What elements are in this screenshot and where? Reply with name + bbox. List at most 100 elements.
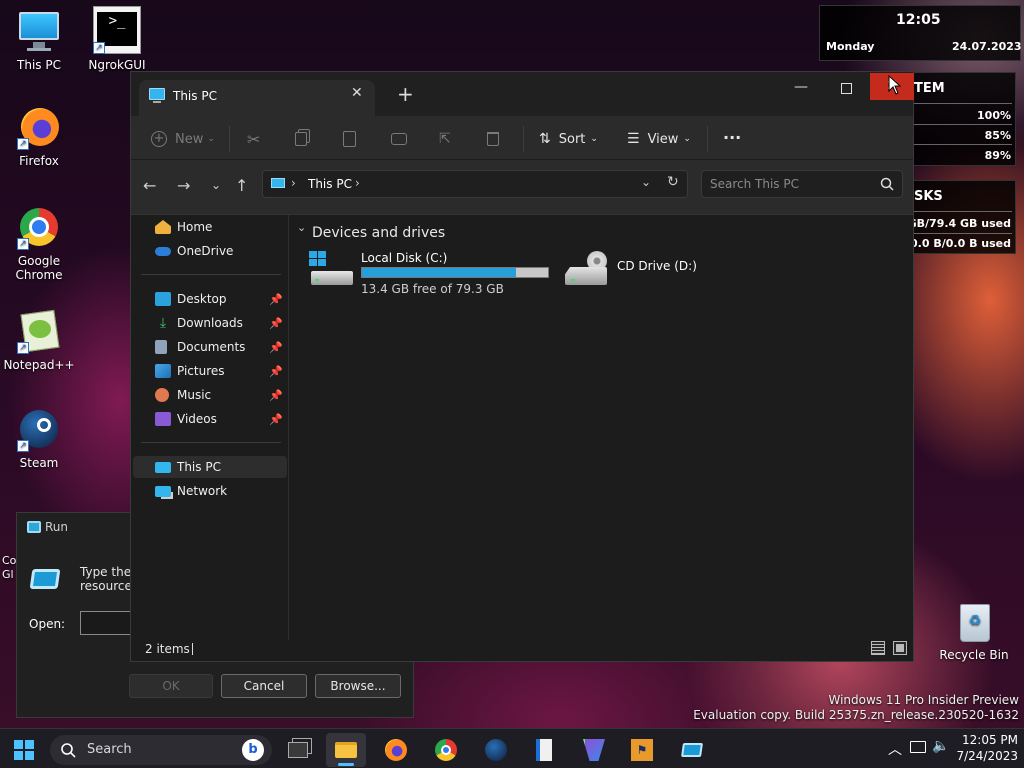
sidebar-item-pictures[interactable]: Pictures 📌 bbox=[133, 360, 287, 382]
desktop-icon-steam[interactable]: ↗ Steam bbox=[1, 408, 77, 470]
taskbar-app-game[interactable]: ⚑ bbox=[622, 733, 662, 767]
drive-c[interactable]: Local Disk (C:) 13.4 GB free of 79.3 GB bbox=[309, 251, 553, 296]
back-button[interactable]: ← bbox=[143, 176, 156, 195]
download-app-icon bbox=[583, 739, 605, 761]
network-tray-icon[interactable] bbox=[910, 741, 926, 753]
text-caret bbox=[192, 643, 193, 655]
sidebar-item-documents[interactable]: Documents 📌 bbox=[133, 336, 287, 358]
run-ok-button[interactable]: OK bbox=[129, 674, 213, 698]
watermark-line: Windows 11 Pro Insider Preview bbox=[828, 693, 1019, 707]
address-dropdown-icon[interactable]: ⌄ bbox=[641, 175, 651, 189]
drive-name: Local Disk (C:) bbox=[361, 251, 448, 265]
cut-button[interactable]: ✂ bbox=[247, 126, 260, 152]
pin-icon[interactable]: 📌 bbox=[269, 413, 283, 426]
taskbar-firefox[interactable] bbox=[376, 733, 416, 767]
sidebar-item-this-pc[interactable]: This PC bbox=[133, 456, 287, 478]
chrome-icon: ↗ bbox=[17, 206, 61, 250]
desktop-icon-ngrokgui[interactable]: >_ ↗ NgrokGUI bbox=[79, 6, 155, 72]
shortcut-arrow-icon: ↗ bbox=[17, 138, 29, 150]
share-button[interactable]: ⇱ bbox=[439, 126, 451, 152]
tiles-view-button[interactable] bbox=[893, 641, 907, 655]
desktop-icon-label: Google Chrome bbox=[15, 254, 63, 282]
taskbar-task-view[interactable] bbox=[278, 733, 318, 767]
steam-icon bbox=[485, 739, 507, 761]
taskbar-steam[interactable] bbox=[476, 733, 516, 767]
start-button[interactable] bbox=[4, 733, 44, 767]
new-tab-button[interactable]: + bbox=[397, 82, 414, 106]
view-icon: ☰ bbox=[627, 131, 640, 147]
sidebar-item-label: Videos bbox=[177, 412, 217, 426]
firefox-icon bbox=[385, 739, 407, 761]
recent-locations-button[interactable]: ⌄ bbox=[211, 178, 221, 192]
taskbar-run[interactable] bbox=[672, 733, 712, 767]
taskbar-search[interactable]: Search b bbox=[50, 735, 272, 765]
new-button[interactable]: + New ⌄ bbox=[151, 126, 215, 152]
desktop-icon-partial-label[interactable]: Co Gl bbox=[2, 554, 16, 582]
run-browse-button[interactable]: Browse... bbox=[315, 674, 401, 698]
refresh-icon[interactable]: ↻ bbox=[667, 174, 679, 190]
volume-icon[interactable]: 🔈 bbox=[932, 738, 949, 754]
maximize-button[interactable] bbox=[831, 74, 861, 104]
desktop-icon-recycle-bin[interactable]: ♻ Recycle Bin bbox=[936, 600, 1012, 662]
delete-button[interactable] bbox=[487, 126, 499, 152]
address-field[interactable]: › This PC › ⌄ ↻ bbox=[262, 170, 688, 198]
up-button[interactable]: ↑ bbox=[235, 176, 248, 195]
shortcut-arrow-icon: ↗ bbox=[93, 42, 105, 54]
search-input[interactable]: Search This PC bbox=[701, 170, 903, 198]
view-button[interactable]: ☰ View ⌄ bbox=[627, 126, 691, 152]
run-icon bbox=[681, 743, 703, 757]
cd-drive-icon bbox=[565, 251, 609, 287]
sidebar-item-onedrive[interactable]: OneDrive bbox=[133, 240, 287, 262]
taskbar-file-explorer[interactable] bbox=[326, 733, 366, 767]
copy-button[interactable] bbox=[295, 126, 307, 152]
section-collapse-icon[interactable]: ⌄ bbox=[297, 221, 306, 234]
firefox-icon: ↗ bbox=[17, 106, 61, 150]
terminal-icon: >_ ↗ bbox=[93, 6, 141, 54]
command-bar: + New ⌄ ✂ ⇱ ⇅ Sort ⌄ ☰ View ⌄ ... bbox=[131, 116, 913, 160]
content-pane: ⌄ Devices and drives Local Disk (C:) 13.… bbox=[289, 215, 913, 640]
taskbar-clock[interactable]: 12:05 PM 7/24/2023 bbox=[956, 732, 1018, 764]
hard-drive-icon bbox=[309, 251, 353, 287]
sidebar-item-desktop[interactable]: Desktop 📌 bbox=[133, 288, 287, 310]
sidebar-item-home[interactable]: Home bbox=[133, 216, 287, 238]
desktop-icon-firefox[interactable]: ↗ Firefox bbox=[1, 106, 77, 168]
rename-button[interactable] bbox=[391, 126, 407, 152]
pin-icon[interactable]: 📌 bbox=[269, 293, 283, 306]
sidebar-item-label: Network bbox=[177, 484, 228, 498]
close-tab-icon[interactable]: ✕ bbox=[351, 85, 363, 101]
taskbar-app-download[interactable] bbox=[574, 733, 614, 767]
pin-icon[interactable]: 📌 bbox=[269, 317, 283, 330]
arrow-up-icon: ↑ bbox=[235, 176, 249, 195]
pin-icon[interactable]: 📌 bbox=[269, 389, 283, 402]
taskbar-app-book[interactable] bbox=[524, 733, 564, 767]
sidebar-item-network[interactable]: Network bbox=[133, 480, 287, 502]
sort-button[interactable]: ⇅ Sort ⌄ bbox=[539, 126, 598, 152]
show-hidden-icons-button[interactable]: ︿ bbox=[888, 739, 902, 759]
run-app-icon bbox=[27, 521, 41, 533]
desktop-icon-chrome[interactable]: ↗ Google Chrome bbox=[1, 206, 77, 282]
sidebar-item-downloads[interactable]: ⤓ Downloads 📌 bbox=[133, 312, 287, 334]
details-view-button[interactable] bbox=[871, 641, 885, 655]
taskbar-chrome[interactable] bbox=[426, 733, 466, 767]
forward-button[interactable]: → bbox=[177, 176, 190, 195]
sidebar-item-music[interactable]: Music 📌 bbox=[133, 384, 287, 406]
desktop-icon-notepadpp[interactable]: ↗ Notepad++ bbox=[1, 309, 77, 372]
pin-icon[interactable]: 📌 bbox=[269, 365, 283, 378]
minimize-button[interactable]: — bbox=[786, 74, 816, 104]
search-icon bbox=[61, 743, 76, 758]
tab-this-pc[interactable]: This PC ✕ bbox=[139, 80, 375, 116]
chevron-right-icon: › bbox=[355, 176, 360, 190]
more-options-button[interactable]: ... bbox=[723, 120, 741, 146]
breadcrumb-this-pc[interactable]: This PC bbox=[308, 177, 352, 191]
videos-icon bbox=[155, 412, 171, 426]
desktop-icon-label: Co Gl bbox=[2, 554, 16, 581]
drive-d[interactable]: CD Drive (D:) bbox=[565, 251, 725, 295]
pin-icon[interactable]: 📌 bbox=[269, 341, 283, 354]
run-cancel-button[interactable]: Cancel bbox=[221, 674, 307, 698]
paste-button[interactable] bbox=[343, 126, 356, 152]
desktop-icon-label: NgrokGUI bbox=[88, 58, 146, 72]
sidebar-item-videos[interactable]: Videos 📌 bbox=[133, 408, 287, 430]
folder-icon bbox=[335, 742, 357, 758]
taskbar: Search b ⚑ ︿ 🔈 12:05 PM 7/24/2023 bbox=[0, 728, 1024, 768]
desktop-icon-this-pc[interactable]: This PC bbox=[1, 10, 77, 72]
